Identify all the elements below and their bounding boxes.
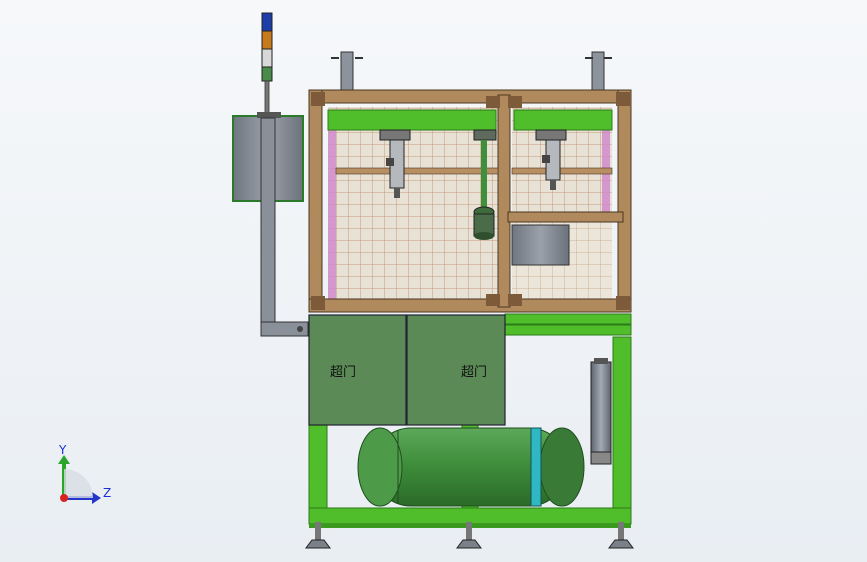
signal-tower[interactable] xyxy=(261,12,273,114)
cabinet-door-right xyxy=(406,314,506,426)
cad-viewport[interactable]: 超门 超门 Y Z xyxy=(0,0,867,562)
x-axis-origin xyxy=(60,494,68,502)
green-rail-left xyxy=(327,109,497,131)
vertical-air-cylinder[interactable] xyxy=(590,358,612,465)
sensor-plate xyxy=(511,224,570,266)
air-tank[interactable] xyxy=(357,427,585,507)
green-rail-right xyxy=(513,109,613,131)
y-axis-label: Y xyxy=(58,443,67,457)
cabinet-door-left-label: 超门 xyxy=(330,365,356,380)
top-post-right xyxy=(585,51,612,95)
electrical-cabinet[interactable]: 超门 超门 xyxy=(308,314,506,426)
cabinet-door-left xyxy=(308,314,407,426)
top-post-left xyxy=(331,51,363,95)
axis-triad[interactable]: Y Z xyxy=(58,443,111,504)
z-axis-label: Z xyxy=(103,486,111,500)
cabinet-door-right-label: 超门 xyxy=(461,365,487,380)
